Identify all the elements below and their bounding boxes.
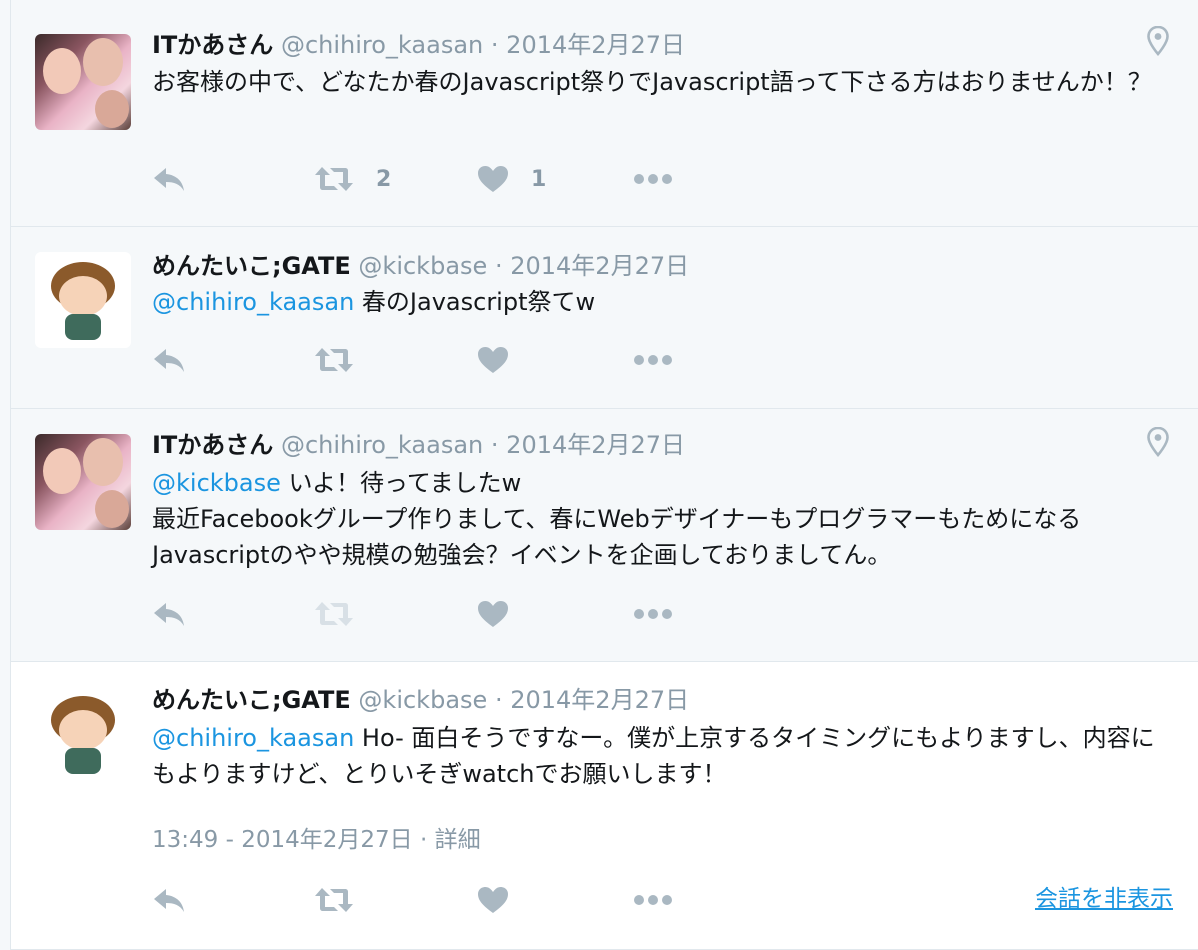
reply-button[interactable] [152,345,186,375]
location-pin-icon[interactable] [1147,26,1169,56]
tweet-header: めんたいこ;GATE @kickbase · 2014年2月27日 [152,251,689,281]
separator: · [490,431,499,459]
tweet-header: ITかあさん @chihiro_kaasan · 2014年2月27日 [152,430,685,460]
mention-link[interactable]: @kickbase [152,469,281,497]
heart-icon [478,166,508,192]
retweet-count: 2 [376,166,392,192]
tweet-body-line1: いよ！待ってましたw [280,469,522,497]
tweet-item[interactable]: めんたいこ;GATE @kickbase · 2014年2月27日 @chihi… [11,227,1198,409]
retweet-icon [315,888,353,912]
like-button[interactable] [477,599,509,629]
body-shape [65,748,101,774]
more-button[interactable] [633,885,673,915]
face-shape [59,276,107,316]
focused-tweet[interactable]: めんたいこ;GATE @kickbase · 2014年2月27日 @chihi… [11,662,1198,950]
heart-icon [478,601,508,627]
tweet-timestamp[interactable]: 13:49 - 2014年2月27日 [152,827,413,853]
tweet-actions [152,885,1162,915]
face-shape [59,710,107,750]
face-shape [83,438,123,486]
tweet-date[interactable]: 2014年2月27日 [506,31,685,59]
body-shape [65,314,101,340]
retweet-icon [315,348,353,372]
tweet-header: めんたいこ;GATE @kickbase · 2014年2月27日 [152,685,689,715]
face-shape [43,48,81,94]
tweet-body: 春のJavascript祭てw [354,288,596,316]
more-dots-icon [634,174,672,184]
retweet-button[interactable] [314,345,354,375]
avatar[interactable] [35,34,131,130]
more-button[interactable] [633,599,673,629]
more-dots-icon [634,609,672,619]
more-dots-icon [634,895,672,905]
tweet-text: お客様の中で、どなたか春のJavascript祭りでJavascript語って下… [152,64,1162,100]
tweet-metadata: 13:49 - 2014年2月27日 · 詳細 [152,820,481,854]
location-pin-icon[interactable] [1147,427,1169,457]
username[interactable]: @chihiro_kaasan [281,31,483,59]
username[interactable]: @kickbase [358,686,487,714]
retweet-button[interactable] [314,599,354,629]
reply-icon [154,349,184,372]
face-shape [83,38,123,86]
retweet-button[interactable] [314,885,354,915]
reply-button[interactable] [152,164,186,194]
tweet-text: @chihiro_kaasan 春のJavascript祭てw [152,284,1162,320]
display-name[interactable]: ITかあさん [152,31,273,59]
separator: · [494,252,503,280]
display-name[interactable]: ITかあさん [152,431,273,459]
reply-icon [154,889,184,912]
username[interactable]: @chihiro_kaasan [281,431,483,459]
separator: · [494,686,503,714]
tweet-header: ITかあさん @chihiro_kaasan · 2014年2月27日 [152,30,685,60]
reply-button[interactable] [152,599,186,629]
tweet-actions [152,599,1162,629]
avatar[interactable] [35,434,131,530]
like-count: 1 [531,166,547,192]
details-link[interactable]: 詳細 [435,827,481,853]
more-button[interactable] [633,164,673,194]
mention-link[interactable]: @chihiro_kaasan [152,288,354,316]
reply-icon [154,168,184,191]
face-shape [43,448,81,494]
separator: · [419,827,428,853]
heart-icon [478,347,508,373]
tweet-body-line2: 最近Facebookグループ作りまして、春にWebデザイナーもプログラマーもため… [152,505,1082,569]
like-button[interactable] [477,885,509,915]
display-name[interactable]: めんたいこ;GATE [152,252,351,280]
conversation-thread: ITかあさん @chihiro_kaasan · 2014年2月27日 お客様の… [10,0,1198,950]
more-button[interactable] [633,345,673,375]
tweet-text: @kickbase いよ！待ってましたw 最近Facebookグループ作りまして… [152,465,1162,573]
tweet-item[interactable]: ITかあさん @chihiro_kaasan · 2014年2月27日 @kic… [11,409,1198,662]
reply-icon [154,603,184,626]
avatar[interactable] [35,686,131,782]
retweet-button[interactable]: 2 [314,164,391,194]
heart-icon [478,887,508,913]
face-shape [95,90,129,128]
like-button[interactable]: 1 [477,164,546,194]
separator: · [490,31,499,59]
mention-link[interactable]: @chihiro_kaasan [152,724,354,752]
avatar[interactable] [35,252,131,348]
reply-button[interactable] [152,885,186,915]
more-dots-icon [634,355,672,365]
face-shape [95,490,129,528]
tweet-actions [152,345,1162,375]
tweet-text: @chihiro_kaasan Ho- 面白そうですなー。僕が上京するタイミング… [152,720,1162,792]
display-name[interactable]: めんたいこ;GATE [152,686,351,714]
like-button[interactable] [477,345,509,375]
tweet-item[interactable]: ITかあさん @chihiro_kaasan · 2014年2月27日 お客様の… [11,0,1198,227]
username[interactable]: @kickbase [358,252,487,280]
retweet-icon [315,602,353,626]
tweet-body: お客様の中で、どなたか春のJavascript祭りでJavascript語って下… [152,68,1152,96]
tweet-actions: 2 1 [152,164,1162,194]
tweet-date[interactable]: 2014年2月27日 [506,431,685,459]
retweet-icon [315,167,353,191]
tweet-date[interactable]: 2014年2月27日 [510,686,689,714]
hide-conversation-link[interactable]: 会話を非表示 [1035,879,1173,913]
tweet-date[interactable]: 2014年2月27日 [510,252,689,280]
